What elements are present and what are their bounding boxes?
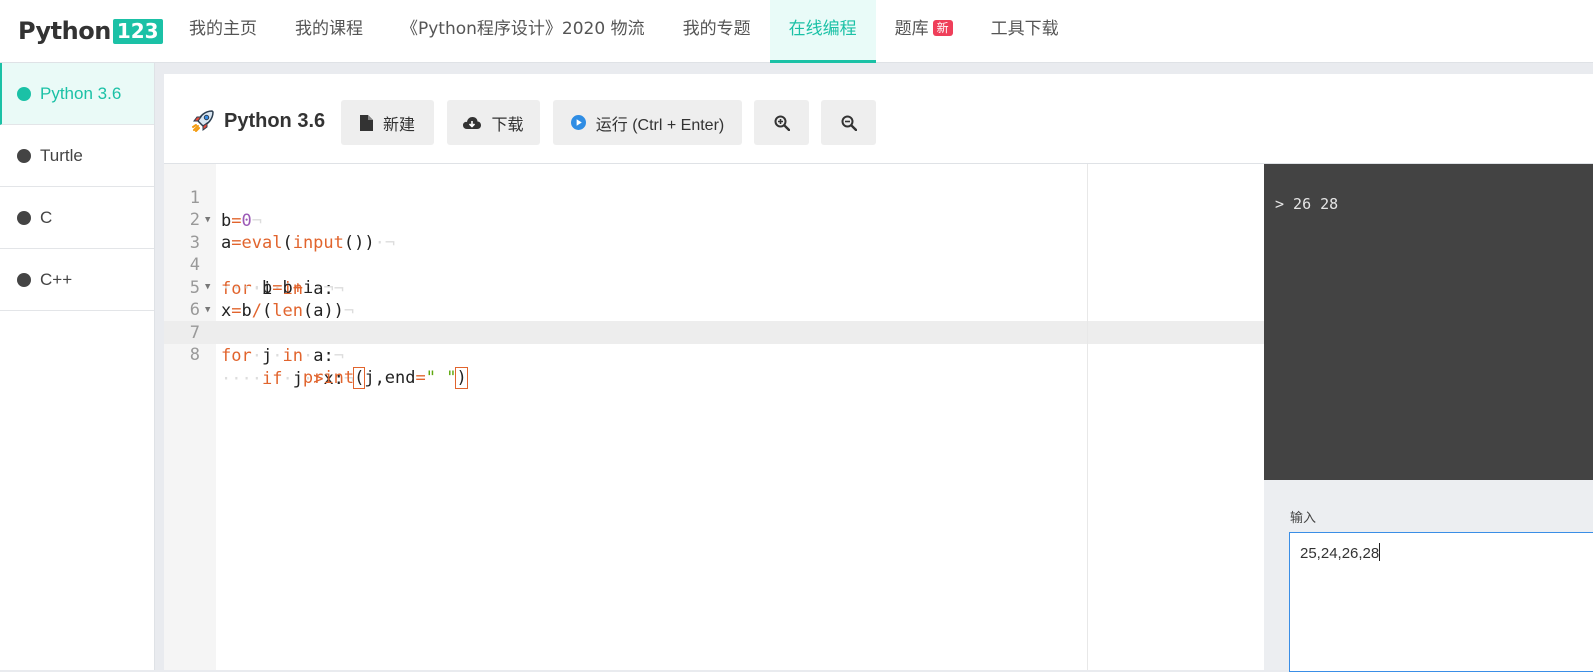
sidebar-item-label: Turtle [40,145,83,165]
zoom-in-button[interactable] [754,100,809,145]
input-panel: 输入 25,24,26,28 [1264,480,1593,672]
sidebar-item-label: Python 3.6 [40,83,122,103]
top-navbar: Python 123 我的主页 我的课程 《Python程序设计》2020 物流… [0,0,1593,63]
code-line: 2 a=eval(input())·¬ [164,186,1264,253]
code-text: for·j·in·a:¬ [221,346,344,366]
main-panel: Python 3.6 新建 下载 运行 (Ctrl + Enter) 1 b=0… [164,74,1593,672]
dot-icon [17,148,31,163]
zoom-in-icon [774,115,790,131]
code-line: 5 x=b/(len(a))¬ [164,254,1264,321]
nav-item-label: 题库 [894,19,929,39]
output-console: > 26 28 [1264,164,1593,480]
cloud-download-icon [463,116,482,129]
output-text: > 26 28 [1275,195,1339,213]
sidebar-item-c[interactable]: C [0,187,154,249]
nav-item-topics[interactable]: 我的专题 [664,0,770,63]
dot-icon [17,272,31,287]
nav-item-online-coding[interactable]: 在线编程 [769,0,876,63]
logo[interactable]: Python 123 [18,17,163,45]
text-cursor [466,368,468,386]
logo-badge: 123 [112,18,163,44]
sidebar-item-python36[interactable]: Python 3.6 [0,63,154,125]
code-line: 3 ▼ for·i·in·a:¬ [164,209,1264,299]
new-badge: 新 [932,20,953,36]
download-button[interactable]: 下载 [447,100,540,145]
nav-item-tools-download[interactable]: 工具下载 [972,0,1078,63]
code-text: print(j,end=" ") [302,367,468,389]
editor-toolbar: Python 3.6 新建 下载 运行 (Ctrl + Enter) [164,74,1593,164]
stdin-value: 25,24,26,28 [1300,545,1380,562]
stdin-input[interactable]: 25,24,26,28 [1289,532,1593,672]
line-number: 8 [189,345,200,365]
new-file-button[interactable]: 新建 [341,100,434,145]
nav-item-courses[interactable]: 我的课程 [276,0,382,63]
editor-title: Python 3.6 [190,108,325,134]
editor-title-label: Python 3.6 [224,109,326,132]
code-editor[interactable]: 1 b=0¬ 2 a=eval(input())·¬ 3 ▼ for·i·in·… [164,164,1264,670]
dot-icon [17,210,31,225]
download-label: 下载 [491,116,524,134]
zoom-out-icon [841,115,857,131]
run-button[interactable]: 运行 (Ctrl + Enter) [553,100,742,145]
fold-arrow-icon[interactable]: ▼ [205,209,210,232]
dot-icon [17,86,31,101]
sidebar-item-turtle[interactable]: Turtle [0,125,154,187]
code-line: 1 b=0¬ [164,164,1264,231]
code-line: 6 ▼ for·j·in·a:¬ [164,276,1264,366]
sidebar-item-label: C++ [40,269,73,289]
language-sidebar: Python 3.6 Turtle C C++ [0,63,155,670]
zoom-out-button[interactable] [821,100,876,145]
file-icon [359,114,373,131]
sidebar-item-label: C [40,207,53,227]
fold-arrow-icon[interactable]: ▼ [205,276,210,299]
main-nav: 我的主页 我的课程 《Python程序设计》2020 物流 我的专题 在线编程 … [170,0,1078,63]
code-line: 8 print(j,end=" ") [164,321,1264,389]
run-label: 运行 (Ctrl + Enter) [595,116,725,134]
fold-arrow-icon[interactable]: ▼ [205,299,210,322]
nav-item-course-python-2020[interactable]: 《Python程序设计》2020 物流 [382,0,664,63]
play-icon [570,115,586,130]
input-label: 输入 [1290,510,1317,525]
text-cursor [1379,543,1381,561]
new-file-label: 新建 [382,116,415,134]
sidebar-item-cpp[interactable]: C++ [0,249,154,311]
nav-item-question-bank[interactable]: 题库新 [876,0,972,63]
code-line: 7 ▼ ····if·j·>x:¬ [164,299,1264,389]
logo-text: Python [18,17,111,45]
rocket-icon [192,110,214,132]
code-line: 4 ····b=b+i·¬ [164,231,1264,298]
nav-item-home[interactable]: 我的主页 [170,0,276,63]
